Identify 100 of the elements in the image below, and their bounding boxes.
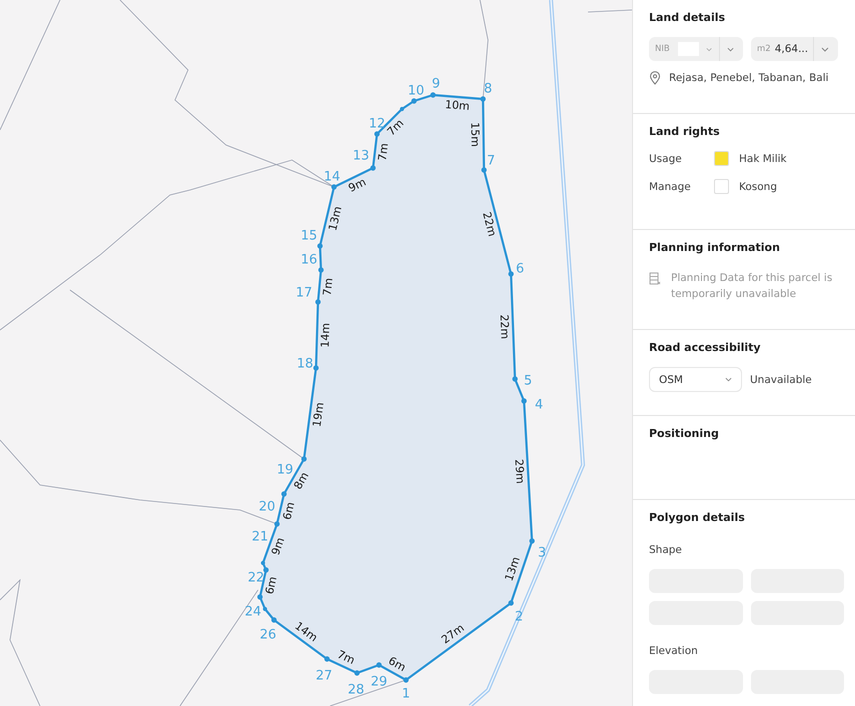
vertex-label: 18 <box>296 356 314 372</box>
chevron-icon <box>706 46 712 52</box>
vertex-point[interactable] <box>512 376 518 382</box>
location-text: Rejasa, Penebel, Tabanan, Bali <box>669 72 829 84</box>
vertex-point[interactable] <box>508 600 514 606</box>
vertex-point[interactable] <box>400 106 404 112</box>
vertex-label: 4 <box>534 398 544 413</box>
vertex-label: 8 <box>484 82 492 97</box>
area-dropdown[interactable]: m2 4,64... <box>751 37 838 61</box>
vertex-label: 27 <box>316 668 332 684</box>
vertex-label: 12 <box>368 116 386 132</box>
section-title: Polygon details <box>649 511 746 524</box>
edge-length: 9m <box>346 175 368 195</box>
vertex-label: 21 <box>252 530 268 545</box>
vertex-point[interactable] <box>263 567 269 573</box>
row-value: Hak Milik <box>739 152 787 164</box>
vertex-label: 16 <box>300 252 318 268</box>
edge-length: 13m <box>502 555 523 583</box>
vertex-point[interactable] <box>508 271 514 277</box>
edge-length: 15m <box>468 122 482 148</box>
vertex-label: 6 <box>516 262 524 277</box>
vertex-point[interactable] <box>318 267 324 273</box>
edge-length: 7m <box>376 142 391 162</box>
row-label: Usage <box>649 152 683 164</box>
vertex-point[interactable] <box>370 165 376 171</box>
vertex-point[interactable] <box>315 299 321 305</box>
vertex-point[interactable] <box>521 398 527 404</box>
road-status: Unavailable <box>750 374 812 386</box>
vertex-label: 9 <box>432 76 440 92</box>
edge-length: 7m <box>320 277 336 296</box>
vertex-point[interactable] <box>411 98 417 104</box>
section-title: Planning information <box>649 241 781 254</box>
edge-length: 13m <box>326 205 344 232</box>
edge-length: 27m <box>439 621 467 646</box>
vertex-point[interactable] <box>324 656 330 662</box>
vertex-point[interactable] <box>403 677 409 683</box>
vertex-point[interactable] <box>257 594 263 600</box>
edge-length: 10m <box>444 98 470 113</box>
edge-length: 6m <box>386 654 408 674</box>
chevron-icon <box>726 46 734 52</box>
group-label: Elevation <box>649 645 699 657</box>
area-value: 4,64... <box>774 43 808 55</box>
vertex-label: 20 <box>258 500 276 515</box>
vertex-label: 29 <box>370 674 388 690</box>
edge-length: 8m <box>291 470 312 492</box>
source-dropdown[interactable]: OSM <box>649 367 742 392</box>
vertex-point[interactable] <box>374 131 380 137</box>
vertex-label: 13 <box>352 148 370 164</box>
vertex-label: 7 <box>486 154 496 169</box>
vertex-point[interactable] <box>430 92 436 98</box>
edge-length: 6m <box>280 500 298 522</box>
vertex-point[interactable] <box>262 606 268 612</box>
edge-length: 19m <box>310 402 326 428</box>
vertex-label: 10 <box>408 84 424 99</box>
vertex-point[interactable] <box>331 184 337 190</box>
location-pin-icon <box>649 71 661 85</box>
vertex-point[interactable] <box>271 617 277 623</box>
vertex-point[interactable] <box>317 243 323 249</box>
vertex-label: 14 <box>324 170 340 185</box>
group-label: Shape <box>649 544 683 556</box>
unit-label: m2 <box>757 44 771 54</box>
vertex-label: 15 <box>300 228 318 244</box>
vertex-point[interactable] <box>480 96 486 102</box>
vertex-point[interactable] <box>274 521 280 527</box>
edge-length: 22m <box>497 314 512 340</box>
vertex-label: 17 <box>296 286 312 301</box>
vertex-label: 1 <box>402 686 410 702</box>
edge-length: 7m <box>384 116 406 138</box>
row-value: Kosong <box>739 180 778 192</box>
vertex-point[interactable] <box>281 491 287 497</box>
document-icon <box>649 272 661 286</box>
vertex-point[interactable] <box>354 670 360 676</box>
vertex-point[interactable] <box>376 662 382 668</box>
vertex-point[interactable] <box>481 167 487 173</box>
edge-length: 29m <box>512 458 527 484</box>
vertex-label: 19 <box>276 462 294 478</box>
vertex-label: 24 <box>244 604 262 620</box>
vertex-point[interactable] <box>529 538 535 544</box>
vertex-point[interactable] <box>260 560 266 566</box>
section-title: Land details <box>649 11 726 24</box>
chevron-icon <box>725 377 732 382</box>
vertex-point[interactable] <box>301 456 307 462</box>
vertex-label: 22 <box>248 570 264 586</box>
vertex-label: 3 <box>538 546 546 561</box>
vertex-label: 26 <box>260 628 276 643</box>
edge-length: 6m <box>263 575 280 596</box>
edge-length: 22m <box>480 210 499 238</box>
edge-length: 7m <box>335 648 357 668</box>
vertex-label: 28 <box>348 682 364 698</box>
field-label: NIB <box>655 44 670 54</box>
section-title: Land rights <box>649 125 721 138</box>
chevron-icon <box>821 46 829 52</box>
unavailable-message: Planning Data for this parcel is temporarily unavailable <box>671 271 834 302</box>
edge-length: 9m <box>268 536 288 557</box>
section-title: Positioning <box>649 427 720 440</box>
row-label: Manage <box>649 180 692 192</box>
edge-length: 14m <box>318 322 332 348</box>
section-title: Road accessibility <box>649 341 762 354</box>
vertex-label: 2 <box>514 610 524 625</box>
vertex-point[interactable] <box>313 365 319 371</box>
